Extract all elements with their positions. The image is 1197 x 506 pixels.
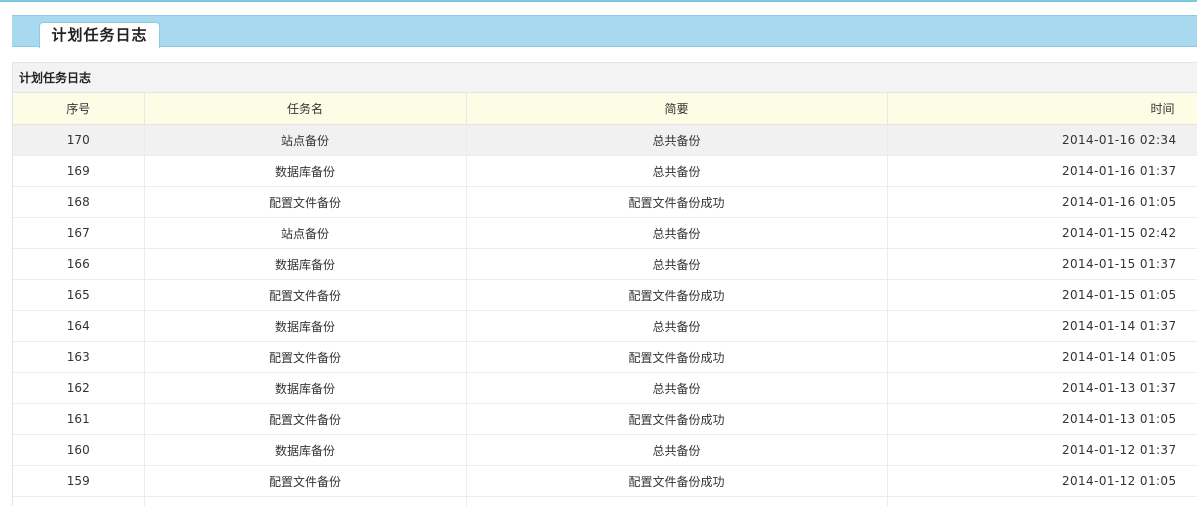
cell-task-name: 数据库备份	[144, 155, 467, 187]
table-row[interactable]: 162 数据库备份 总共备份 2014-01-13 01:37	[13, 372, 1197, 404]
tab-task-log[interactable]: 计划任务日志	[39, 22, 160, 48]
cell-time: 2014-01-12 01:05	[887, 465, 1197, 497]
cell-time: 2014-01-14 01:05	[887, 341, 1197, 373]
cell-task-name: 站点备份	[144, 124, 467, 156]
table-row[interactable]: 168 配置文件备份 配置文件备份成功 2014-01-16 01:05	[13, 186, 1197, 218]
task-log-panel: 计划任务日志 序号 任务名 简要 时间 170 站点备份 总共备份 2014-01-1…	[12, 62, 1197, 506]
task-log-table: 序号 任务名 简要 时间 170 站点备份 总共备份 2014-01-16 02:34…	[13, 93, 1197, 506]
cell-time: 2014-01-16 01:05	[887, 186, 1197, 218]
table-row[interactable]: 163 配置文件备份 配置文件备份成功 2014-01-14 01:05	[13, 341, 1197, 373]
cell-id: 162	[13, 372, 145, 404]
cell-summary: 总共备份	[466, 434, 888, 466]
table-row[interactable]: 159 配置文件备份 配置文件备份成功 2014-01-12 01:05	[13, 465, 1197, 497]
cell-summary: 配置文件备份成功	[466, 186, 888, 218]
cell-task-name: 数据库备份	[144, 372, 467, 404]
cell-summary: 总共备份	[466, 217, 888, 249]
cell-time: 2014-01-15 02:42	[887, 217, 1197, 249]
cell-time: 2014-01-15 01:05	[887, 279, 1197, 311]
tab-bar: 计划任务日志	[12, 15, 1197, 48]
cell-summary: 配置文件备份成功	[466, 341, 888, 373]
header-time: 时间	[887, 93, 1197, 125]
cell-summary: 配置文件备份成功	[466, 465, 888, 497]
table-row[interactable]: 170 站点备份 总共备份 2014-01-16 02:34	[13, 124, 1197, 156]
table-row[interactable]: 167 站点备份 总共备份 2014-01-15 02:42	[13, 217, 1197, 249]
cell-time: 2014-01-16 02:34	[887, 124, 1197, 156]
cell-time: 2014-01-12 01:37	[887, 434, 1197, 466]
cell-summary: 总共备份	[466, 310, 888, 342]
cell-id: 159	[13, 465, 145, 497]
cell-task-name: 配置文件备份	[144, 279, 467, 311]
cell-time: 2014-01-14 01:37	[887, 310, 1197, 342]
cell-id: 160	[13, 434, 145, 466]
top-accent-line	[0, 0, 1197, 2]
cell-time: 2014-01-16 01:37	[887, 155, 1197, 187]
cell-id: 163	[13, 341, 145, 373]
cell-id: 166	[13, 248, 145, 280]
cell-task-name: 配置文件备份	[144, 465, 467, 497]
cell-time: 2014-01-13 01:37	[887, 372, 1197, 404]
table-row[interactable]: 164 数据库备份 总共备份 2014-01-14 01:37	[13, 310, 1197, 342]
cell-task-name: 数据库备份	[144, 248, 467, 280]
table-row[interactable]	[13, 496, 1197, 506]
table-body: 170 站点备份 总共备份 2014-01-16 02:34 169 数据库备份 总共备份 2…	[13, 124, 1197, 506]
header-id: 序号	[13, 93, 145, 125]
header-task-name: 任务名	[144, 93, 467, 125]
cell-task-name: 配置文件备份	[144, 186, 467, 218]
panel-title: 计划任务日志	[13, 63, 1197, 93]
cell-summary: 总共备份	[466, 155, 888, 187]
cell-task-name: 数据库备份	[144, 310, 467, 342]
cell-task-name: 配置文件备份	[144, 341, 467, 373]
table-row[interactable]: 161 配置文件备份 配置文件备份成功 2014-01-13 01:05	[13, 403, 1197, 435]
cell-summary	[466, 496, 888, 506]
cell-id: 167	[13, 217, 145, 249]
cell-id: 165	[13, 279, 145, 311]
cell-time: 2014-01-15 01:37	[887, 248, 1197, 280]
cell-time: 2014-01-13 01:05	[887, 403, 1197, 435]
cell-summary: 配置文件备份成功	[466, 403, 888, 435]
header-summary: 简要	[466, 93, 888, 125]
table-row[interactable]: 169 数据库备份 总共备份 2014-01-16 01:37	[13, 155, 1197, 187]
cell-id: 170	[13, 124, 145, 156]
table-row[interactable]: 160 数据库备份 总共备份 2014-01-12 01:37	[13, 434, 1197, 466]
cell-id: 164	[13, 310, 145, 342]
cell-id: 169	[13, 155, 145, 187]
cell-task-name	[144, 496, 467, 506]
table-row[interactable]: 166 数据库备份 总共备份 2014-01-15 01:37	[13, 248, 1197, 280]
cell-summary: 总共备份	[466, 248, 888, 280]
cell-summary: 配置文件备份成功	[466, 279, 888, 311]
cell-task-name: 数据库备份	[144, 434, 467, 466]
cell-summary: 总共备份	[466, 372, 888, 404]
table-row[interactable]: 165 配置文件备份 配置文件备份成功 2014-01-15 01:05	[13, 279, 1197, 311]
cell-time	[887, 496, 1197, 506]
cell-id	[13, 496, 145, 506]
cell-task-name: 站点备份	[144, 217, 467, 249]
cell-id: 168	[13, 186, 145, 218]
table-header-row: 序号 任务名 简要 时间	[13, 93, 1197, 125]
cell-task-name: 配置文件备份	[144, 403, 467, 435]
cell-summary: 总共备份	[466, 124, 888, 156]
cell-id: 161	[13, 403, 145, 435]
